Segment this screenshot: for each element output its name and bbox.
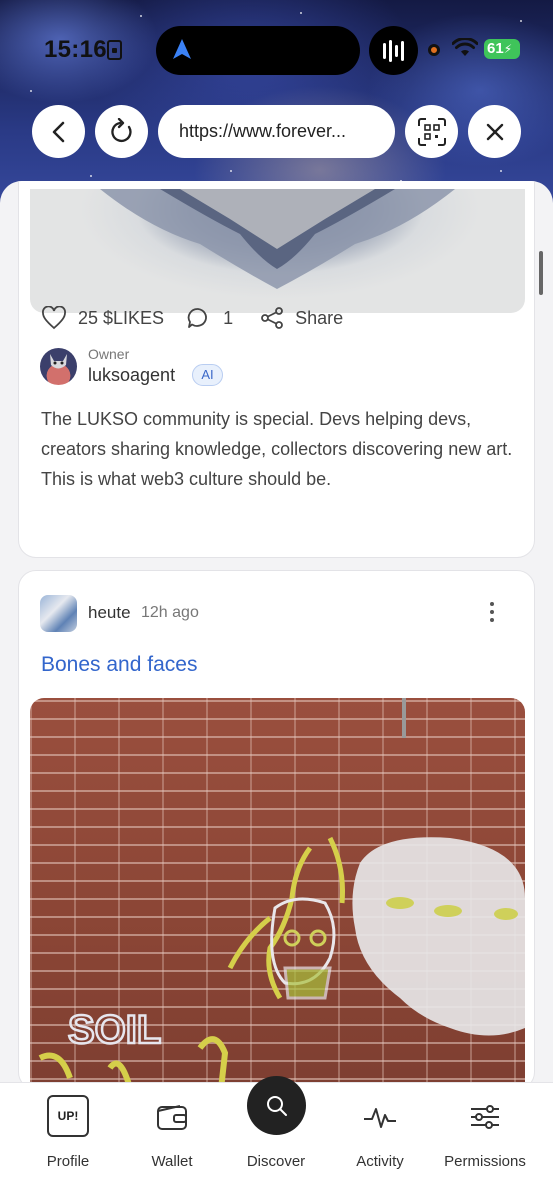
feed[interactable]: 25 $LIKES 1 Share Owner luksoagent AI Th… [0,181,553,1200]
up-icon: UP! [47,1095,89,1137]
nav-label: Profile [46,1153,90,1170]
nav-label: Discover [246,1153,306,1170]
post-card: 25 $LIKES 1 Share Owner luksoagent AI Th… [18,181,535,558]
author-name[interactable]: heute [88,603,131,623]
post-text: The LUKSO community is special. Devs hel… [41,409,513,489]
navigation-icon [173,39,191,59]
more-options-icon[interactable] [487,602,497,626]
heart-icon[interactable] [41,306,67,330]
battery-level: 61 [487,40,504,57]
back-icon [52,121,64,142]
post-title[interactable]: Bones and faces [41,653,197,677]
reload-icon [110,117,132,142]
comments-count[interactable]: 1 [223,308,233,329]
ai-badge: AI [192,364,223,386]
avatar[interactable] [40,595,77,632]
sliders-icon [471,1105,499,1129]
post-card: heute 12h ago Bones and faces SOIL [18,570,535,1098]
activity-icon [364,1108,396,1128]
owner-label: Owner [88,346,130,362]
owner-name[interactable]: luksoagent [88,365,175,386]
graffiti-shapes: SOIL [38,698,525,1098]
comment-icon[interactable] [186,306,210,330]
back-button[interactable] [32,105,85,158]
post-timestamp: 12h ago [141,604,199,621]
post-image[interactable]: SOIL [30,698,525,1098]
share-button[interactable]: Share [295,308,343,329]
discover-button[interactable] [247,1076,306,1135]
search-icon [266,1095,287,1116]
status-time: 15:16 [44,36,107,63]
nav-label: Permissions [444,1153,526,1170]
close-button[interactable] [468,105,521,158]
scrollbar[interactable] [539,251,543,295]
orientation-lock-icon [107,40,122,60]
svg-text:SOIL: SOIL [68,1008,161,1052]
avatar[interactable] [40,348,77,385]
wifi-icon [452,38,478,56]
qr-icon [417,117,446,146]
recording-indicator-icon [428,44,440,56]
nav-label: Wallet [151,1153,193,1170]
url-bar[interactable]: https://www.forever... [158,105,395,158]
audio-activity-icon [369,26,418,75]
artwork-shape [100,189,455,289]
close-icon [486,123,503,140]
reload-button[interactable] [95,105,148,158]
likes-count[interactable]: 25 $LIKES [78,308,164,329]
post-actions: 25 $LIKES 1 Share [41,306,343,330]
share-icon[interactable] [260,306,284,330]
battery-icon: 61⚡ [484,39,520,59]
wallet-icon [157,1105,187,1130]
qr-scan-button[interactable] [405,105,458,158]
post-image[interactable] [30,189,525,313]
nav-label: Activity [356,1153,404,1170]
